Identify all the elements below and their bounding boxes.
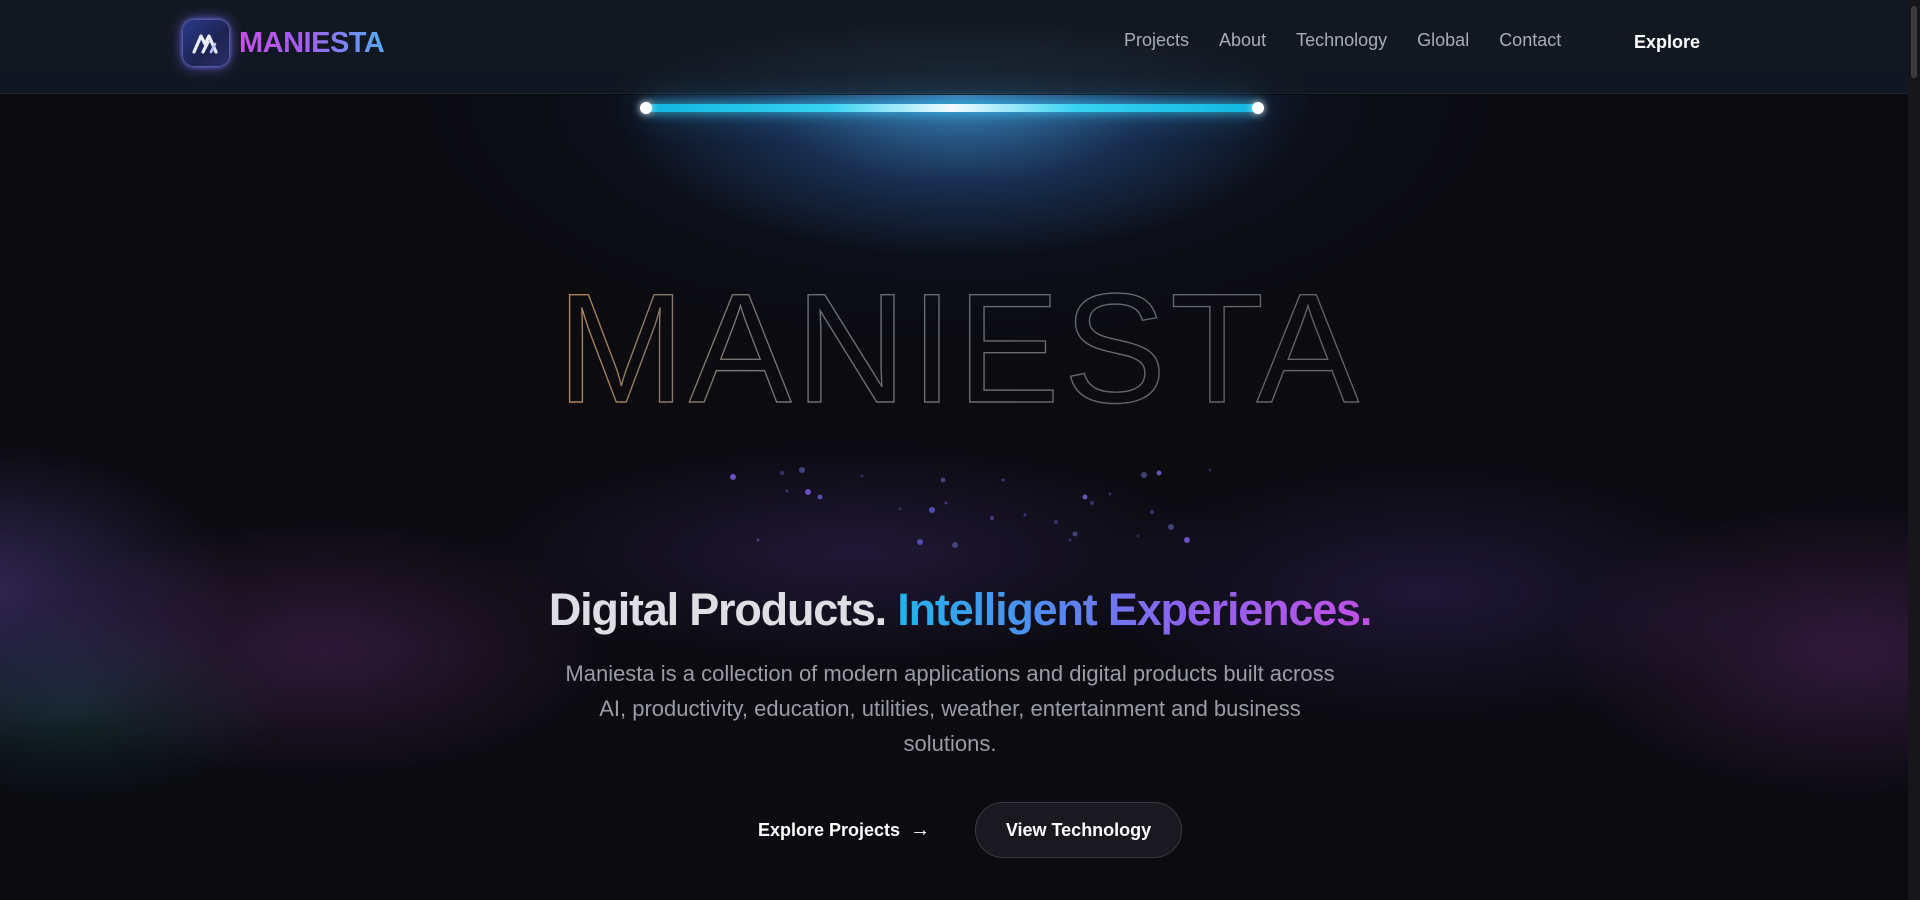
- particle-dot: [1090, 501, 1094, 505]
- particle-dot: [1082, 494, 1088, 500]
- explore-projects-button[interactable]: Explore Projects →: [740, 802, 948, 858]
- particle-dot: [785, 489, 789, 493]
- particle-dot: [817, 494, 823, 500]
- hero-headline: Digital Products. Intelligent Experience…: [0, 584, 1920, 636]
- particle-dot: [940, 477, 946, 483]
- particle-dot: [990, 516, 994, 520]
- particle-dot: [1184, 537, 1190, 543]
- particle-dot: [730, 474, 736, 480]
- particle-dot: [917, 539, 923, 545]
- view-technology-button[interactable]: View Technology: [975, 802, 1182, 858]
- particle-dot: [1136, 534, 1140, 538]
- particle-dot: [1023, 513, 1027, 517]
- particle-dot: [944, 501, 948, 505]
- particle-dot: [1068, 538, 1072, 542]
- particle-dot: [898, 507, 902, 511]
- particle-dot: [1054, 520, 1058, 524]
- particle-dot: [952, 542, 958, 548]
- particle-dot: [1156, 470, 1162, 476]
- particle-dot: [1072, 531, 1078, 537]
- particle-dot: [756, 538, 760, 542]
- particle-dot: [860, 474, 864, 478]
- particle-dot: [799, 467, 805, 473]
- particle-dot: [1001, 478, 1005, 482]
- explore-projects-label: Explore Projects: [758, 819, 901, 840]
- headline-white: Digital Products.: [548, 584, 887, 635]
- particle-field: [730, 467, 1212, 548]
- particle-dot: [929, 507, 935, 513]
- particle-dot: [1141, 472, 1147, 478]
- particle-dot: [1108, 492, 1112, 496]
- particle-dot: [780, 471, 784, 475]
- hero-description: Maniesta is a collection of modern appli…: [565, 661, 1335, 756]
- scrollbar-thumb[interactable]: [1911, 6, 1917, 78]
- arrow-right-icon: →: [910, 818, 931, 841]
- scrollbar[interactable]: [1908, 0, 1920, 900]
- headline-gradient: Intelligent Experiences.: [897, 584, 1372, 635]
- particle-dot: [1168, 524, 1174, 530]
- particle-dot: [805, 489, 811, 495]
- particle-dot: [1208, 468, 1212, 472]
- particle-dot: [1150, 510, 1154, 514]
